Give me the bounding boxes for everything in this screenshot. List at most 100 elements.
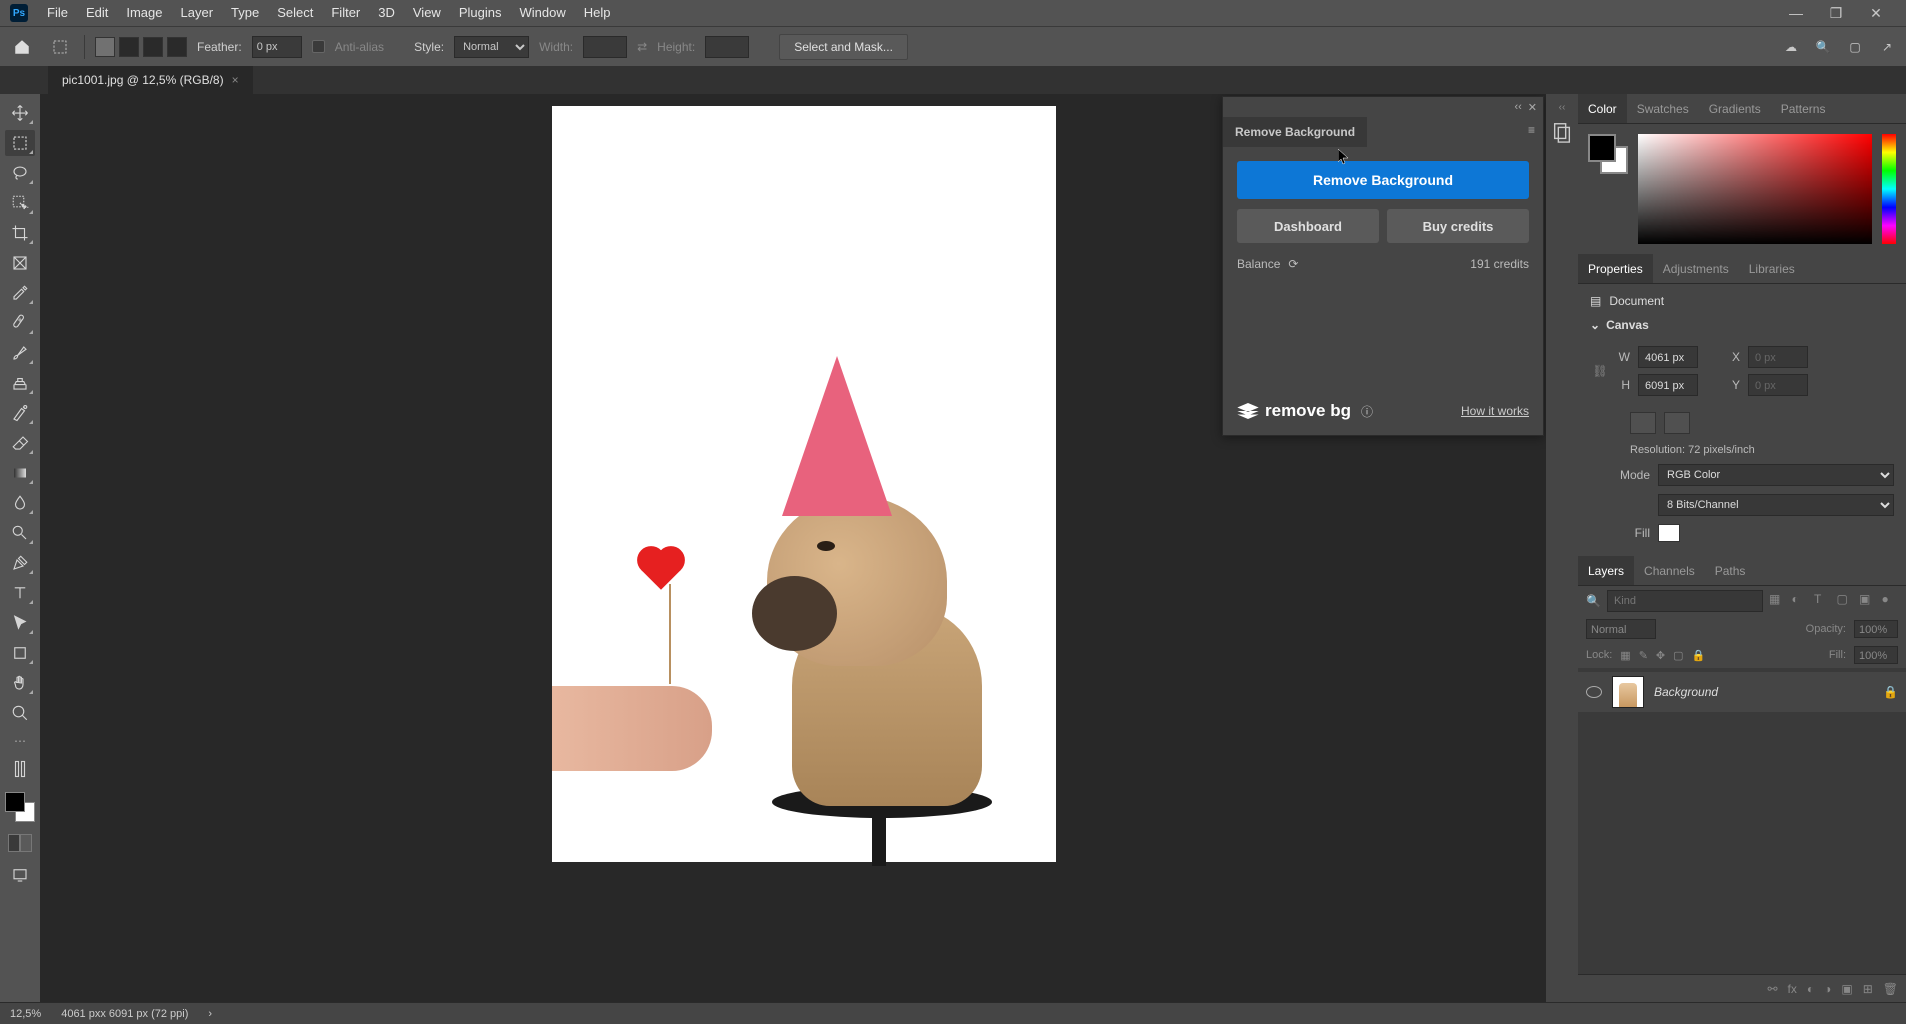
history-brush-tool[interactable] [5,400,35,426]
layer-name[interactable]: Background [1654,685,1873,699]
canvas-width-input[interactable]: 4061 px [1638,346,1698,368]
orientation-landscape-icon[interactable] [1664,412,1690,434]
menu-window[interactable]: Window [510,0,574,26]
tab-swatches[interactable]: Swatches [1627,94,1699,123]
new-layer-icon[interactable]: ⊞ [1863,982,1873,996]
color-mode-select[interactable]: RGB Color [1658,464,1894,486]
selection-intersect-icon[interactable] [167,37,187,57]
how-it-works-link[interactable]: How it works [1461,404,1529,418]
filter-shape-icon[interactable]: ▢ [1836,592,1853,610]
canvas-height-input[interactable]: 6091 px [1638,374,1698,396]
dashboard-button[interactable]: Dashboard [1237,209,1379,243]
filter-pixel-icon[interactable]: ▦ [1769,592,1786,610]
lock-transparency-icon[interactable]: ▦ [1620,649,1630,662]
pen-tool[interactable] [5,550,35,576]
lock-pixels-icon[interactable]: ✎ [1639,649,1648,662]
selection-add-icon[interactable] [119,37,139,57]
foreground-background-colors[interactable] [5,792,35,822]
tab-adjustments[interactable]: Adjustments [1653,254,1739,283]
add-mask-icon[interactable]: ◐ [1807,982,1814,996]
tab-color[interactable]: Color [1578,94,1627,123]
refresh-icon[interactable]: ⟳ [1288,257,1298,271]
lasso-tool[interactable] [5,160,35,186]
menu-3d[interactable]: 3D [369,0,404,26]
panel-tab[interactable]: Remove Background [1223,117,1367,147]
lock-all-icon[interactable]: 🔒 [1692,649,1706,662]
tab-properties[interactable]: Properties [1578,254,1653,283]
panel-menu-icon[interactable]: ≡ [1520,117,1543,143]
menu-select[interactable]: Select [268,0,322,26]
menu-plugins[interactable]: Plugins [450,0,511,26]
lock-position-icon[interactable]: ✥ [1656,649,1665,662]
canvas-area[interactable]: ‹‹ ✕ Remove Background ≡ Remove Backgrou… [40,94,1546,1002]
fill-swatch[interactable] [1658,524,1680,542]
filter-search-icon[interactable]: 🔍 [1586,594,1601,608]
frame-tool[interactable] [5,250,35,276]
remove-background-button[interactable]: Remove Background [1237,161,1529,199]
tab-libraries[interactable]: Libraries [1739,254,1805,283]
layer-fill-input[interactable]: 100% [1854,646,1898,664]
panel-close-icon[interactable]: ✕ [1528,101,1537,114]
select-and-mask-button[interactable]: Select and Mask... [779,34,908,60]
layer-thumbnail[interactable] [1612,676,1644,708]
menu-layer[interactable]: Layer [172,0,223,26]
antialias-checkbox[interactable] [312,40,325,53]
more-tools-icon[interactable]: ⋯ [14,734,26,748]
filter-smart-icon[interactable]: ▣ [1859,592,1876,610]
document-close-icon[interactable]: × [232,66,239,94]
home-icon[interactable] [8,33,36,61]
crop-tool[interactable] [5,220,35,246]
tab-paths[interactable]: Paths [1705,556,1756,585]
hand-tool[interactable] [5,670,35,696]
buy-credits-button[interactable]: Buy credits [1387,209,1529,243]
bit-depth-select[interactable]: 8 Bits/Channel [1658,494,1894,516]
layer-list[interactable]: Background 🔒 [1578,668,1906,974]
menu-file[interactable]: File [38,0,77,26]
marquee-tool[interactable] [5,130,35,156]
filter-type-icon[interactable]: T [1814,592,1831,610]
filter-toggle-icon[interactable]: ● [1881,592,1898,610]
style-select[interactable]: Normal [454,36,529,58]
delete-layer-icon[interactable]: 🗑 [1883,982,1898,996]
eyedropper-tool[interactable] [5,280,35,306]
blend-mode-select[interactable]: Normal [1586,619,1656,639]
zoom-level[interactable]: 12,5% [10,1008,41,1020]
history-panel-icon[interactable] [1551,121,1573,143]
dock-expand-icon[interactable]: ‹‹ [1559,102,1566,113]
brush-tool[interactable] [5,340,35,366]
layer-lock-icon[interactable]: 🔒 [1883,685,1898,699]
clone-stamp-tool[interactable] [5,370,35,396]
filter-adjustment-icon[interactable]: ◐ [1791,592,1808,610]
layer-fx-icon[interactable]: fx [1788,982,1797,996]
blur-tool[interactable] [5,490,35,516]
layer-filter-input[interactable] [1607,590,1763,612]
menu-type[interactable]: Type [222,0,268,26]
menu-filter[interactable]: Filter [322,0,369,26]
shape-tool[interactable] [5,640,35,666]
layer-row[interactable]: Background 🔒 [1578,672,1906,712]
share-icon[interactable]: ↗ [1876,40,1898,54]
zoom-tool[interactable] [5,700,35,726]
feather-input[interactable] [252,36,302,58]
document-tab[interactable]: pic1001.jpg @ 12,5% (RGB/8) × [48,66,253,94]
tab-gradients[interactable]: Gradients [1699,94,1771,123]
hue-slider[interactable] [1882,134,1896,244]
canvas-section-toggle[interactable]: ⌄ Canvas [1590,318,1894,332]
document-canvas[interactable] [552,106,1056,862]
new-adjustment-icon[interactable]: ◑ [1824,982,1831,996]
tab-patterns[interactable]: Patterns [1771,94,1836,123]
move-tool[interactable] [5,100,35,126]
menu-edit[interactable]: Edit [77,0,117,26]
tool-preset-icon[interactable] [46,33,74,61]
selection-subtract-icon[interactable] [143,37,163,57]
remove-background-panel[interactable]: ‹‹ ✕ Remove Background ≡ Remove Backgrou… [1222,96,1544,436]
type-tool[interactable] [5,580,35,606]
status-chevron-icon[interactable]: › [208,1008,212,1020]
menu-image[interactable]: Image [117,0,171,26]
cloud-share-icon[interactable]: ☁ [1780,40,1802,54]
lock-artboard-icon[interactable]: ▢ [1673,649,1683,662]
object-select-tool[interactable] [5,190,35,216]
color-swatch[interactable] [1588,134,1628,174]
screen-mode-icon[interactable] [5,862,35,888]
color-field[interactable] [1638,134,1872,244]
